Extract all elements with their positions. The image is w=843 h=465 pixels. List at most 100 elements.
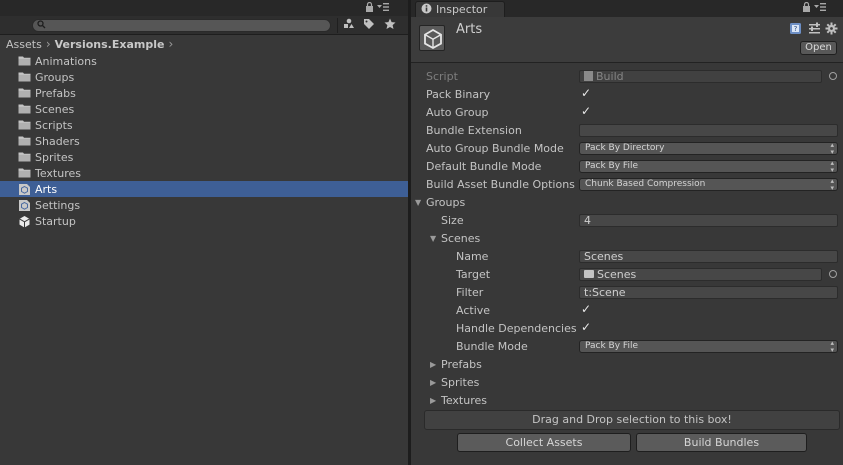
groups-foldout[interactable]: ▼ Groups — [411, 193, 843, 211]
tab-inspector-label: Inspector — [436, 3, 488, 16]
bundle-extension-field[interactable] — [579, 123, 838, 137]
search-by-label-icon[interactable] — [360, 18, 378, 33]
object-picker-icon[interactable] — [829, 270, 837, 278]
script-field: Build — [579, 69, 822, 83]
object-title: Arts — [456, 22, 483, 37]
list-item[interactable]: Shaders — [0, 133, 408, 149]
size-field[interactable]: 4 — [579, 213, 838, 227]
auto-group-bundle-mode-dropdown[interactable]: Pack By Directory ▴ ▾ — [579, 140, 838, 156]
list-item-label: Scripts — [35, 118, 73, 132]
auto-group-bundle-mode-row: Auto Group Bundle Mode Pack By Directory… — [411, 139, 843, 157]
pack-binary-row: Pack Binary ✓ — [411, 85, 843, 103]
bundle-mode-dropdown[interactable]: Pack By File ▴ ▾ — [579, 338, 838, 354]
list-item[interactable]: Arts — [0, 181, 408, 197]
foldout-collapsed-icon[interactable]: ▶ — [430, 378, 436, 387]
scenes-group-foldout[interactable]: ▼ Scenes — [411, 229, 843, 247]
build-options-row: Build Asset Bundle Options Chunk Based C… — [411, 175, 843, 193]
create-dropdown-button[interactable] — [4, 19, 24, 32]
groups-size-row: Size 4 — [411, 211, 843, 229]
folder-icon — [18, 87, 31, 99]
lock-icon[interactable] — [365, 1, 374, 15]
project-panel: Assets › Versions.Example › Animations Gr… — [0, 0, 408, 465]
auto-group-bundle-mode-value: Pack By Directory — [585, 142, 665, 153]
build-options-value: Chunk Based Compression — [585, 178, 706, 189]
list-item[interactable]: Scenes — [0, 101, 408, 117]
default-bundle-mode-dropdown[interactable]: Pack By File ▴ ▾ — [579, 158, 838, 174]
bundle-extension-row: Bundle Extension — [411, 121, 843, 139]
panel-options-icon[interactable] — [814, 2, 826, 15]
list-item[interactable]: Startup — [0, 213, 408, 229]
prefabs-group-foldout[interactable]: ▶ Prefabs — [411, 355, 843, 373]
open-button[interactable]: Open — [800, 41, 837, 55]
folder-icon — [18, 167, 31, 179]
asset-list: Animations Groups Prefabs Scenes Scripts Shad… — [0, 53, 408, 229]
folder-icon — [18, 119, 31, 131]
build-options-label: Build Asset Bundle Options — [426, 177, 575, 191]
list-item-label: Shaders — [35, 134, 80, 148]
inspector-header: Arts ? Open — [411, 17, 843, 63]
collect-assets-button[interactable]: Collect Assets — [457, 433, 631, 452]
search-input[interactable] — [49, 20, 324, 31]
auto-group-row: Auto Group ✓ — [411, 103, 843, 121]
dropdown-arrows-icon: ▴ ▾ — [830, 158, 834, 174]
sprites-group-foldout[interactable]: ▶ Sprites — [411, 373, 843, 391]
target-field[interactable]: Scenes — [579, 267, 822, 281]
inspector-panel-menu[interactable] — [802, 1, 826, 15]
foldout-expanded-icon[interactable]: ▼ — [430, 234, 436, 243]
list-item[interactable]: Animations — [0, 53, 408, 69]
object-picker-icon[interactable] — [829, 72, 837, 80]
inspector-tab-bar: Inspector — [411, 0, 843, 17]
list-item-label: Animations — [35, 54, 97, 68]
list-item[interactable]: Prefabs — [0, 85, 408, 101]
presets-icon[interactable] — [808, 22, 822, 36]
folder-icon — [584, 270, 594, 278]
list-item[interactable]: Groups — [0, 69, 408, 85]
breadcrumb-assets[interactable]: Assets — [6, 38, 42, 51]
search-by-type-icon[interactable] — [340, 18, 358, 33]
project-toolbar — [0, 16, 408, 35]
name-field[interactable]: Scenes — [579, 249, 838, 263]
list-item[interactable]: Sprites — [0, 149, 408, 165]
help-book-icon[interactable]: ? — [789, 22, 803, 36]
build-options-dropdown[interactable]: Chunk Based Compression ▴ ▾ — [579, 177, 838, 191]
list-item-label: Groups — [35, 70, 75, 84]
dropdown-arrows-icon: ▴ ▾ — [830, 140, 834, 156]
foldout-expanded-icon[interactable]: ▼ — [415, 198, 421, 207]
chevron-right-icon: › — [168, 37, 174, 51]
drag-drop-box[interactable]: Drag and Drop selection to this box! — [424, 410, 840, 430]
scenes-target-row: Target Scenes — [411, 265, 843, 283]
list-item[interactable]: Settings — [0, 197, 408, 213]
list-item[interactable]: Scripts — [0, 117, 408, 133]
tab-inspector[interactable]: Inspector — [415, 1, 505, 17]
favorites-star-icon[interactable] — [381, 18, 399, 33]
panel-menu[interactable] — [365, 1, 389, 15]
gear-icon[interactable] — [825, 22, 839, 36]
scenes-group-label: Scenes — [441, 231, 481, 245]
folder-icon — [18, 151, 31, 163]
handle-deps-label: Handle Dependencies — [456, 321, 577, 335]
lock-icon[interactable] — [802, 1, 811, 15]
dropdown-arrows-icon: ▴ ▾ — [830, 338, 834, 354]
build-bundles-button[interactable]: Build Bundles — [636, 433, 807, 452]
breadcrumb-current[interactable]: Versions.Example — [55, 38, 165, 51]
unity-asset-icon — [419, 25, 445, 51]
default-bundle-mode-value: Pack By File — [585, 160, 638, 171]
inspector-panel: Inspector Arts ? Open Script Build Pack … — [411, 0, 843, 465]
svg-text:?: ? — [794, 25, 798, 33]
list-item[interactable]: Textures — [0, 165, 408, 181]
search-field[interactable] — [32, 19, 331, 32]
foldout-collapsed-icon[interactable]: ▶ — [430, 396, 436, 405]
pack-binary-checkbox[interactable]: ✓ — [581, 87, 592, 99]
scenes-name-row: Name Scenes — [411, 247, 843, 265]
active-checkbox[interactable]: ✓ — [581, 303, 592, 315]
sprites-group-label: Sprites — [441, 375, 480, 389]
filter-field[interactable]: t:Scene — [579, 285, 838, 299]
pack-binary-label: Pack Binary — [426, 87, 491, 101]
handle-deps-checkbox[interactable]: ✓ — [581, 321, 592, 333]
auto-group-checkbox[interactable]: ✓ — [581, 105, 592, 117]
panel-options-icon[interactable] — [377, 2, 389, 15]
foldout-collapsed-icon[interactable]: ▶ — [430, 360, 436, 369]
active-label: Active — [456, 303, 491, 317]
prefabs-group-label: Prefabs — [441, 357, 482, 371]
textures-group-foldout[interactable]: ▶ Textures — [411, 391, 843, 409]
